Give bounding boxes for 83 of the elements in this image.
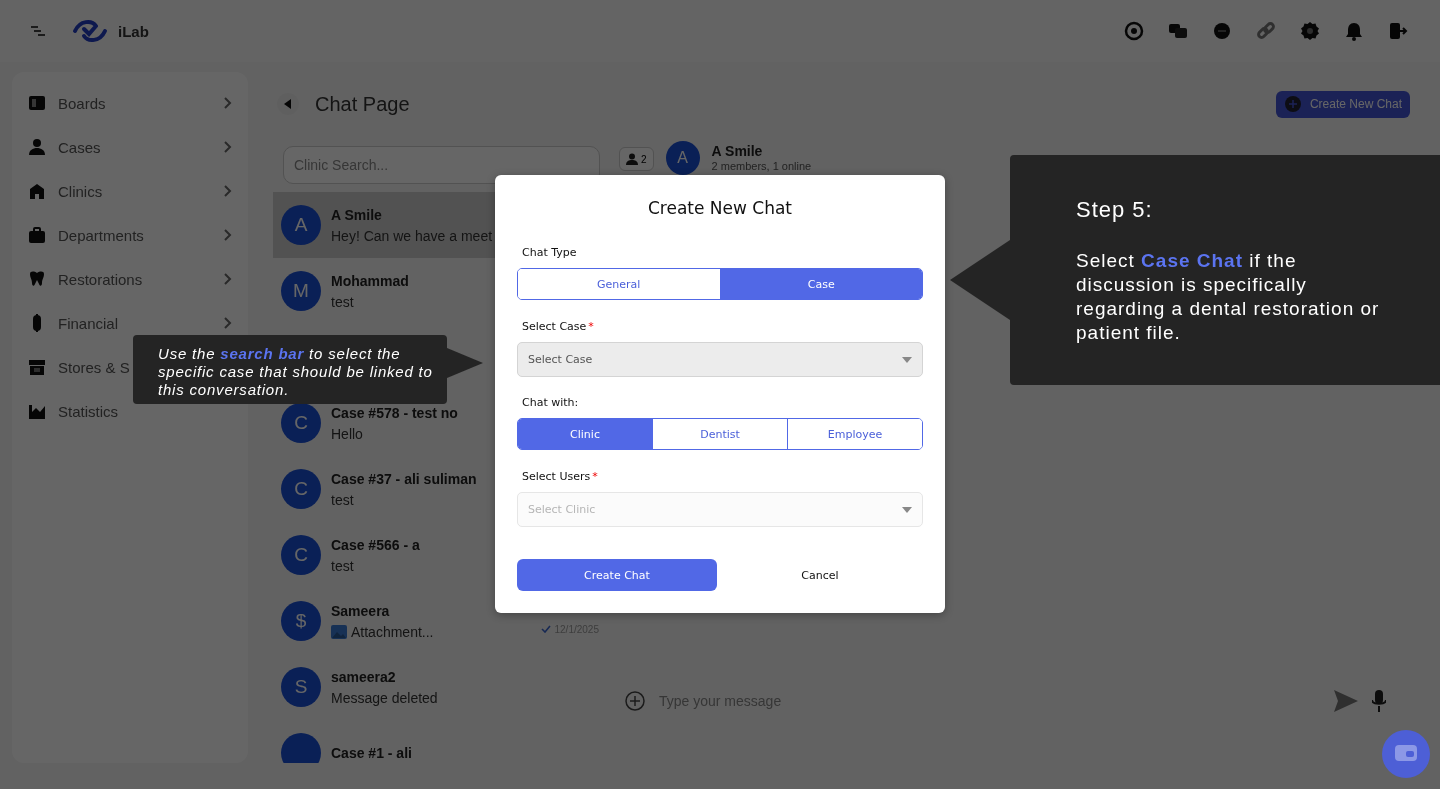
target-icon[interactable]	[1124, 21, 1144, 41]
field-label: Chat with:	[522, 396, 579, 409]
logout-icon[interactable]	[1388, 21, 1408, 41]
chat-name: Case #566 - a	[331, 536, 420, 553]
building-icon	[28, 182, 46, 200]
members-button[interactable]: 2	[619, 147, 654, 171]
circle-icon[interactable]	[1212, 21, 1232, 41]
avatar: C	[281, 403, 321, 443]
field-label: Select Case	[522, 320, 587, 333]
avatar: A	[665, 141, 700, 175]
chat-item[interactable]: Case #1 - ali	[273, 720, 603, 763]
sidebar-item[interactable]: Clinics	[58, 182, 103, 200]
chat-name: Case #578 - test no	[331, 404, 458, 421]
sidebar-item[interactable]: Financial	[58, 314, 119, 332]
required-mark: *	[588, 320, 594, 333]
chat-icon	[1395, 745, 1417, 763]
plus-circle-icon	[1283, 95, 1302, 113]
microphone-icon[interactable]	[1372, 690, 1386, 712]
step-title: Step 5:	[1076, 197, 1154, 223]
tooltip-text: Use the search bar to select the specific case that should be linked to this conversation.	[158, 345, 433, 398]
chat-item[interactable]: S sameera2 Message deleted	[273, 654, 603, 720]
person-icon	[28, 138, 46, 156]
dialog-title: Create New Chat	[646, 198, 794, 218]
logo-icon	[72, 18, 108, 44]
avatar	[281, 733, 321, 763]
send-icon[interactable]	[1334, 690, 1358, 712]
back-arrow-icon	[284, 99, 292, 109]
sidebar-item[interactable]: Cases	[58, 138, 101, 156]
dropdown-caret-icon	[902, 506, 912, 513]
chat-fab-button[interactable]	[1382, 730, 1430, 778]
app-name: iLab	[118, 22, 149, 40]
briefcase-icon	[28, 226, 46, 244]
segment-tab[interactable]: Clinic	[518, 419, 652, 449]
conversation-name: A Smile	[711, 143, 764, 159]
chat-name: Mohammad	[331, 272, 409, 289]
cancel-button[interactable]: Cancel	[717, 559, 923, 591]
avatar: A	[281, 205, 321, 245]
select-field[interactable]: Select Case	[517, 342, 923, 377]
avatar: $	[281, 601, 321, 641]
message-preview: test	[331, 293, 354, 310]
sidebar-item[interactable]: Stores & S	[58, 358, 130, 376]
link-icon[interactable]	[1256, 21, 1276, 41]
chat-name: Sameera	[331, 602, 390, 619]
step-text: Select Case Chat if the discussion is specifically regarding a dental restoration or patient file.	[1076, 249, 1380, 345]
dropdown-caret-icon	[902, 356, 912, 363]
required-mark: *	[592, 470, 598, 483]
settings-icon[interactable]	[1300, 21, 1320, 41]
page-title: Chat Page	[315, 92, 411, 116]
message-preview: Attachment...	[351, 623, 434, 640]
chat-name: sameera2	[331, 668, 396, 685]
message-preview: Hello	[331, 425, 363, 442]
menu-toggle-icon[interactable]	[30, 24, 46, 38]
message-preview: Message deleted	[331, 689, 438, 706]
person-icon	[626, 153, 638, 165]
create-chat-button[interactable]: Create Chat	[517, 559, 717, 591]
sidebar-item[interactable]: Restorations	[58, 270, 143, 288]
avatar: S	[281, 667, 321, 707]
create-chat-button[interactable]: Create New Chat	[1275, 90, 1410, 118]
check-icon	[540, 625, 551, 633]
message-preview: test	[331, 491, 354, 508]
tooth-icon	[28, 270, 46, 288]
sidebar-item[interactable]: Departments	[58, 226, 144, 244]
conversation-status: 2 members, 1 online	[711, 160, 812, 172]
segment-tab[interactable]: Case	[719, 269, 922, 299]
avatar: C	[281, 535, 321, 575]
sidebar-item[interactable]: Boards	[58, 94, 106, 112]
chat-name: A Smile	[331, 206, 382, 223]
message-preview: test	[331, 557, 354, 574]
bell-icon[interactable]	[1344, 21, 1364, 41]
chat-name: Case #37 - ali suliman	[331, 470, 477, 487]
board-icon	[28, 94, 46, 112]
message-preview: Hey! Can we have a meet	[331, 227, 493, 244]
field-label: Chat Type	[522, 246, 577, 259]
chat-name: Case #1 - ali	[331, 745, 412, 761]
chart-icon	[28, 402, 46, 420]
chat-icon[interactable]	[1168, 21, 1188, 41]
store-icon	[28, 358, 46, 376]
avatar: M	[281, 271, 321, 311]
segment-tab[interactable]: Employee	[787, 419, 922, 449]
field-label: Select Users	[522, 470, 591, 483]
add-icon[interactable]	[625, 691, 645, 711]
sidebar-item[interactable]: Statistics	[58, 402, 118, 420]
avatar: C	[281, 469, 321, 509]
